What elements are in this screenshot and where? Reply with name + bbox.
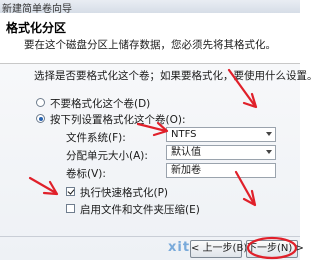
annotation-overlay — [28, 68, 298, 260]
arrow-icon — [227, 68, 258, 109]
arrow-icon — [234, 170, 257, 207]
arrow-icon — [28, 176, 59, 196]
highlight-circle — [246, 236, 298, 260]
arrow-icon — [136, 121, 169, 137]
